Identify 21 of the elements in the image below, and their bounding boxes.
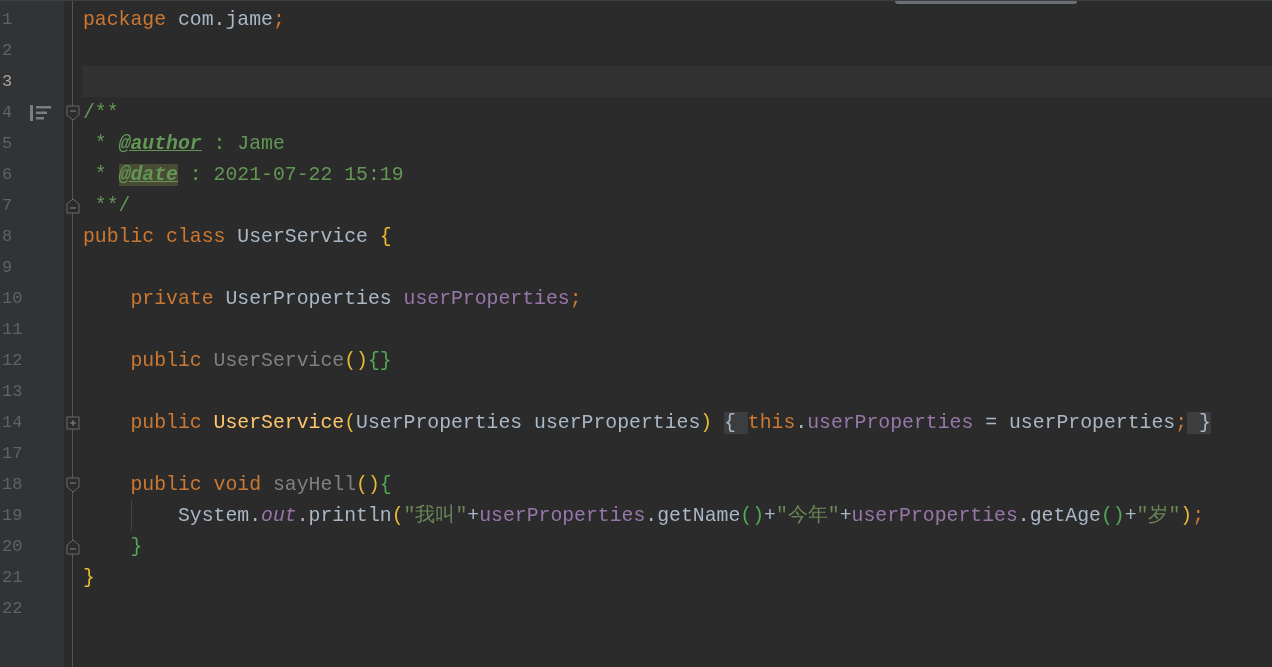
collapse-icon[interactable] <box>66 104 80 121</box>
code-line: **/ <box>93 193 131 219</box>
code-line: System.out.println("我叫"+userProperties.getName()+"今年"+userProperties.getAge()+"岁"); <box>176 503 1204 529</box>
code-line: * @date : 2021-07-22 15:19 <box>93 162 404 188</box>
collapse-icon[interactable] <box>66 538 80 555</box>
expand-icon[interactable] <box>66 415 80 430</box>
line-number: 3 <box>1 70 14 93</box>
code-line: } <box>129 534 143 560</box>
scrollbar-thumb[interactable] <box>895 1 1077 4</box>
collapse-icon[interactable] <box>66 197 80 214</box>
code-line: public UserService(UserProperties userProperties) { this.userProperties = userProperties; } <box>129 410 1211 436</box>
code-line: package com.jame; <box>83 7 285 33</box>
code-line: private UserProperties userProperties; <box>129 286 582 312</box>
code-line: public void sayHell(){ <box>129 472 392 498</box>
code-line: /** <box>83 100 119 126</box>
code-line: } <box>83 565 95 591</box>
code-line: public class UserService { <box>83 224 392 250</box>
lines-icon[interactable] <box>30 104 52 121</box>
code-line: public UserService(){} <box>129 348 392 374</box>
collapse-icon[interactable] <box>66 476 80 493</box>
code-line: * @author : Jame <box>93 131 285 157</box>
